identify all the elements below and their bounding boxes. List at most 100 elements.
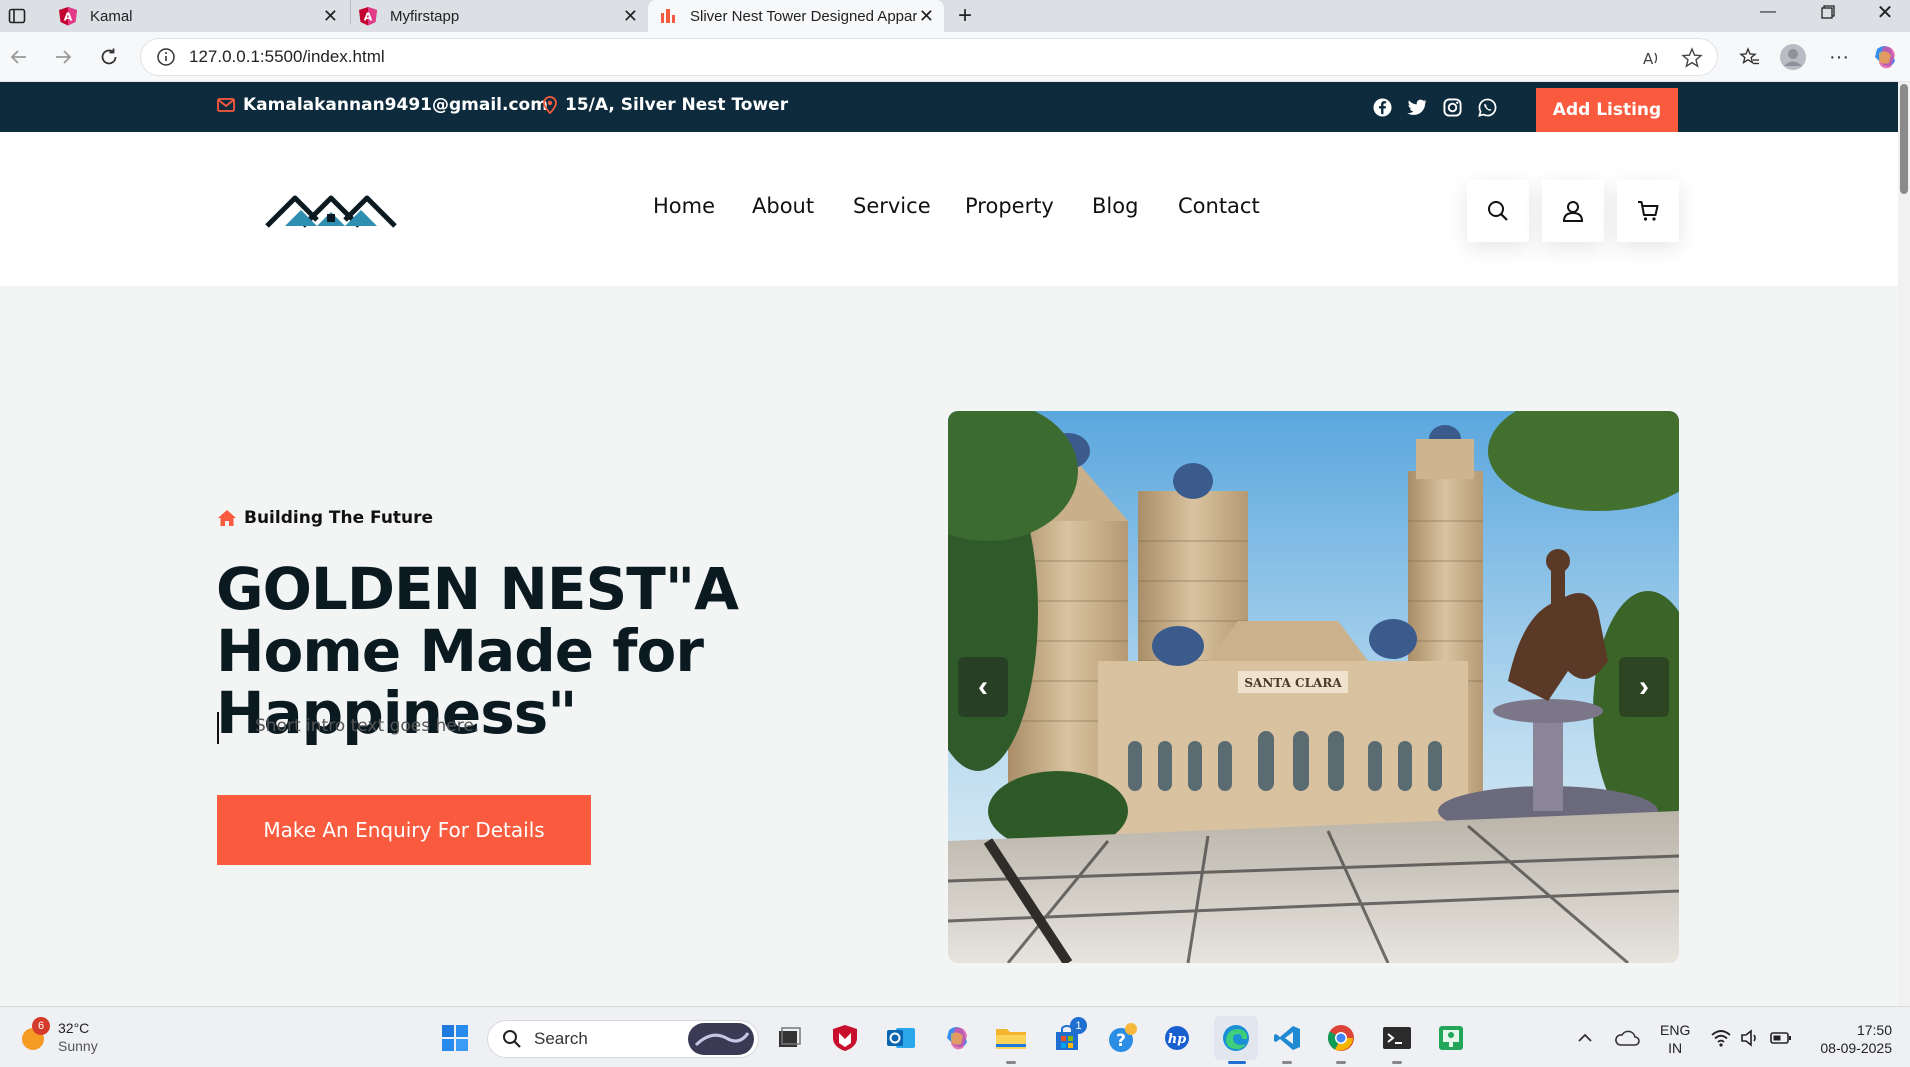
nav-blog[interactable]: Blog: [1092, 194, 1138, 218]
search-label: Search: [534, 1029, 588, 1048]
nav-home[interactable]: Home: [653, 194, 715, 218]
windows-taskbar: 6 32°C Sunny Search 1 ? hp ENG IN 17:50 …: [0, 1006, 1910, 1067]
browser-tab-bar: A Kamal ✕ A Myfirstapp ✕ Sliver Nest Tow…: [0, 0, 1910, 32]
carousel-next-button[interactable]: ›: [1619, 657, 1669, 717]
new-tab-button[interactable]: +: [958, 0, 988, 32]
chrome-icon[interactable]: [1324, 1021, 1358, 1055]
address-contact: 15/A, Silver Nest Tower: [543, 95, 788, 115]
intro-divider: [217, 712, 219, 744]
time-text: 17:50: [1856, 1022, 1892, 1038]
tab-label: Sliver Nest Tower Designed Appar: [690, 7, 918, 25]
language-text: ENG: [1660, 1022, 1691, 1038]
taskbar-search[interactable]: Search: [487, 1020, 759, 1058]
onedrive-icon[interactable]: [1610, 1021, 1644, 1055]
region-text: IN: [1668, 1040, 1683, 1056]
building-favicon-icon: [661, 9, 675, 23]
show-hidden-icons-icon[interactable]: [1568, 1021, 1602, 1055]
file-explorer-icon[interactable]: [994, 1021, 1028, 1055]
twitter-icon[interactable]: [1405, 95, 1429, 119]
address-text: 15/A, Silver Nest Tower: [565, 95, 789, 115]
tab-kamal[interactable]: A Kamal ✕: [58, 0, 348, 32]
cart-button[interactable]: [1617, 180, 1679, 242]
top-info-bar: Kamalakannan9491@gmail.com 15/A, Silver …: [0, 82, 1898, 132]
hero-intro: Short intro text goes here.: [255, 716, 480, 736]
search-highlight-image: [688, 1023, 754, 1055]
site-header: Home About Service Property Blog Contact: [0, 132, 1898, 286]
copilot-taskbar-icon[interactable]: [940, 1021, 974, 1055]
task-view-icon[interactable]: [772, 1021, 806, 1055]
building-photo: SANTA CLARA: [948, 411, 1679, 963]
help-icon[interactable]: ?: [1106, 1021, 1140, 1055]
mail-icon: [217, 98, 235, 112]
favorites-icon[interactable]: [1735, 42, 1765, 72]
add-listing-button[interactable]: Add Listing: [1536, 88, 1678, 132]
close-tab-icon[interactable]: ✕: [623, 6, 638, 27]
url-bar[interactable]: 127.0.0.1:5500/index.html A: [140, 38, 1718, 76]
user-icon: [1562, 201, 1584, 222]
search-icon: [503, 1030, 521, 1048]
hp-icon[interactable]: hp: [1160, 1021, 1194, 1055]
photos-app-icon[interactable]: [1434, 1021, 1468, 1055]
close-window-icon[interactable]: ✕: [1862, 0, 1908, 24]
profile-avatar-icon[interactable]: [1778, 42, 1808, 72]
close-tab-icon[interactable]: ✕: [919, 6, 934, 27]
windows-start-icon[interactable]: [438, 1021, 472, 1055]
account-button[interactable]: [1542, 180, 1604, 242]
email-text: Kamalakannan9491@gmail.com: [243, 95, 548, 115]
tab-silver-nest[interactable]: Sliver Nest Tower Designed Appar ✕: [648, 0, 944, 32]
hero-carousel[interactable]: SANTA CLARA ‹ ›: [948, 411, 1679, 963]
tab-actions-icon[interactable]: [8, 0, 38, 32]
vscode-icon[interactable]: [1270, 1021, 1304, 1055]
search-button[interactable]: [1467, 180, 1529, 242]
restore-icon[interactable]: [1805, 0, 1851, 24]
nav-about[interactable]: About: [752, 194, 814, 218]
outlook-icon[interactable]: [884, 1021, 918, 1055]
read-aloud-icon[interactable]: A: [1641, 47, 1663, 69]
facebook-icon[interactable]: [1370, 95, 1394, 119]
nav-property[interactable]: Property: [965, 194, 1054, 218]
tab-label: Kamal: [90, 7, 133, 25]
weather-widget[interactable]: 32°C Sunny: [58, 1019, 98, 1055]
instagram-icon[interactable]: [1440, 95, 1464, 119]
svg-text:A: A: [1643, 50, 1654, 68]
edge-browser-icon[interactable]: [1214, 1016, 1258, 1060]
svg-text:hp: hp: [1168, 1032, 1187, 1047]
language-indicator[interactable]: ENG IN: [1660, 1021, 1690, 1057]
weather-temp: 32°C: [58, 1020, 90, 1036]
clock[interactable]: 17:50 08-09-2025: [1810, 1021, 1892, 1057]
svg-text:A: A: [64, 11, 73, 24]
terminal-icon[interactable]: [1380, 1021, 1414, 1055]
battery-icon[interactable]: [1764, 1021, 1798, 1055]
info-icon[interactable]: [155, 46, 177, 68]
volume-icon[interactable]: [1733, 1021, 1767, 1055]
mcafee-icon[interactable]: [828, 1021, 862, 1055]
address-toolbar: 127.0.0.1:5500/index.html A ···: [0, 32, 1910, 82]
store-badge: 1: [1070, 1017, 1087, 1034]
tab-label: Myfirstapp: [390, 7, 460, 25]
carousel-prev-button[interactable]: ‹: [958, 657, 1008, 717]
nav-contact[interactable]: Contact: [1178, 194, 1260, 218]
svg-text:A: A: [364, 11, 373, 24]
web-page: Kamalakannan9491@gmail.com 15/A, Silver …: [0, 82, 1898, 1006]
close-tab-icon[interactable]: ✕: [323, 6, 338, 27]
tab-myfirstapp[interactable]: A Myfirstapp ✕: [358, 0, 648, 32]
more-options-icon[interactable]: ···: [1824, 42, 1854, 72]
enquiry-button[interactable]: Make An Enquiry For Details: [217, 795, 591, 865]
site-logo[interactable]: [265, 192, 397, 230]
copilot-icon[interactable]: [1870, 42, 1900, 72]
favorite-star-icon[interactable]: [1681, 47, 1703, 69]
minimize-icon[interactable]: —: [1745, 0, 1791, 24]
nav-service[interactable]: Service: [853, 194, 931, 218]
angular-icon: A: [359, 7, 377, 26]
page-scrollbar[interactable]: [1898, 82, 1910, 1006]
whatsapp-icon[interactable]: [1475, 95, 1499, 119]
url-text[interactable]: 127.0.0.1:5500/index.html: [189, 47, 385, 67]
weather-text: Sunny: [58, 1038, 98, 1054]
search-icon: [1488, 201, 1508, 221]
forward-icon[interactable]: [46, 40, 80, 74]
refresh-icon[interactable]: [92, 40, 126, 74]
angular-icon: A: [59, 7, 77, 26]
tagline-text: Building The Future: [244, 508, 434, 528]
email-contact[interactable]: Kamalakannan9491@gmail.com: [217, 95, 548, 115]
back-icon[interactable]: [2, 40, 36, 74]
